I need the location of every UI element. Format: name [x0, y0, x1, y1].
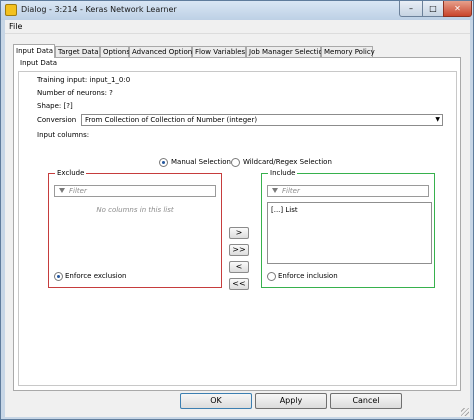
- input-data-group: Training input: input_1_0:0 Number of ne…: [18, 71, 457, 386]
- conversion-select[interactable]: From Collection of Collection of Number …: [81, 114, 443, 126]
- remove-all-button[interactable]: <<: [229, 278, 249, 290]
- exclude-empty-text: No columns in this list: [96, 206, 174, 214]
- enforce-inclusion-radio[interactable]: [267, 272, 276, 281]
- dialog-window: Dialog - 3:214 - Keras Network Learner –…: [0, 0, 474, 420]
- filter-icon: [59, 188, 65, 193]
- title-bar[interactable]: Dialog - 3:214 - Keras Network Learner –…: [1, 1, 473, 20]
- conversion-label: Conversion: [37, 116, 77, 124]
- exclude-filter-placeholder: Filter: [69, 187, 87, 195]
- add-button[interactable]: >: [229, 227, 249, 239]
- window-title: Dialog - 3:214 - Keras Network Learner: [21, 5, 177, 14]
- minimize-button[interactable]: –: [399, 1, 423, 17]
- exclude-panel: Exclude Filter No columns in this list E…: [48, 169, 222, 288]
- exclude-title: Exclude: [55, 169, 87, 177]
- resize-grip[interactable]: [461, 408, 469, 416]
- app-icon: [5, 4, 17, 16]
- remove-button[interactable]: <: [229, 261, 249, 273]
- include-panel: Include Filter [...] List Enforce inclus…: [261, 169, 435, 288]
- include-title: Include: [268, 169, 298, 177]
- dialog-client: File Input Data Target Data Options Adva…: [5, 20, 470, 417]
- manual-selection-radio[interactable]: [159, 158, 168, 167]
- menu-bar: File: [5, 20, 470, 34]
- training-input-label: Training input: input_1_0:0: [37, 76, 131, 84]
- number-of-neurons-label: Number of neurons: ?: [37, 89, 113, 97]
- tab-input-data[interactable]: Input Data: [13, 44, 55, 58]
- close-button[interactable]: ✕: [443, 1, 472, 17]
- enforce-exclusion-radio[interactable]: [54, 272, 63, 281]
- filter-icon: [272, 188, 278, 193]
- maximize-icon: □: [429, 4, 437, 13]
- close-icon: ✕: [454, 4, 461, 13]
- exclude-list[interactable]: No columns in this list: [54, 202, 216, 264]
- group-title: Input Data: [18, 59, 60, 67]
- exclude-filter-input[interactable]: Filter: [54, 185, 216, 197]
- apply-button[interactable]: Apply: [255, 393, 327, 409]
- tab-panel: Input Data Training input: input_1_0:0 N…: [13, 57, 461, 391]
- enforce-exclusion-label: Enforce exclusion: [65, 272, 127, 280]
- conversion-value: From Collection of Collection of Number …: [85, 116, 258, 124]
- menu-file[interactable]: File: [9, 22, 22, 31]
- wildcard-selection-label: Wildcard/Regex Selection: [243, 158, 332, 166]
- shape-label: Shape: [?]: [37, 102, 73, 110]
- minimize-icon: –: [409, 4, 413, 13]
- enforce-inclusion-label: Enforce inclusion: [278, 272, 338, 280]
- include-filter-input[interactable]: Filter: [267, 185, 429, 197]
- list-item[interactable]: [...] List: [271, 206, 298, 214]
- cancel-button[interactable]: Cancel: [330, 393, 402, 409]
- add-all-button[interactable]: >>: [229, 244, 249, 256]
- dropdown-arrow-icon: ▼: [435, 116, 440, 123]
- wildcard-selection-radio[interactable]: [231, 158, 240, 167]
- maximize-button[interactable]: □: [422, 1, 444, 17]
- ok-button[interactable]: OK: [180, 393, 252, 409]
- include-filter-placeholder: Filter: [282, 187, 300, 195]
- include-list[interactable]: [...] List: [267, 202, 432, 264]
- input-columns-label: Input columns:: [37, 131, 90, 139]
- manual-selection-label: Manual Selection: [171, 158, 231, 166]
